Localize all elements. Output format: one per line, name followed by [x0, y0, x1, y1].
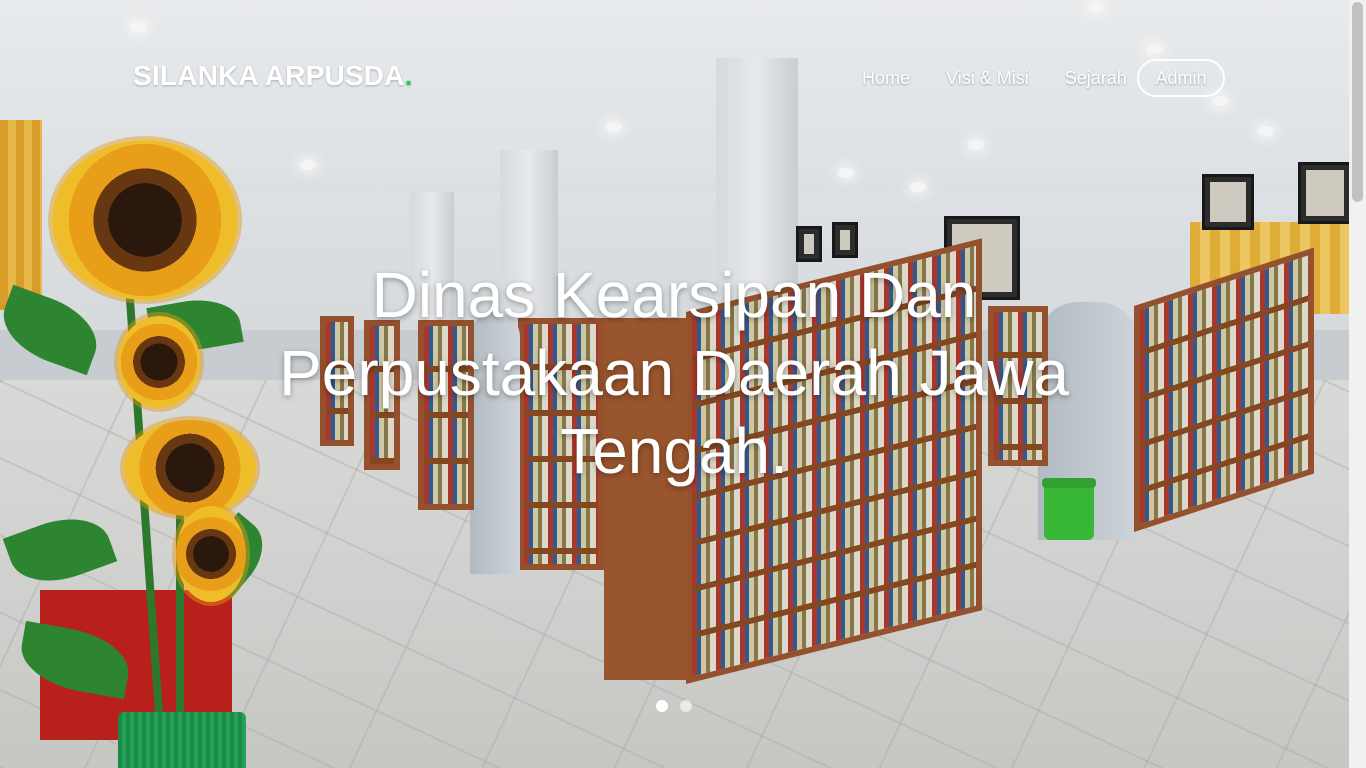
brand-logo[interactable]: SILANKA ARPUSDA. [133, 60, 413, 92]
nav-menu: Home Visi & Misi Sejarah [850, 66, 1127, 90]
carousel-indicators [656, 700, 692, 712]
carousel-dot-2[interactable] [680, 700, 692, 712]
page-scrollbar[interactable] [1349, 0, 1366, 768]
brand-dot: . [404, 60, 413, 91]
nav-link-visi-misi[interactable]: Visi & Misi [934, 68, 1029, 89]
navbar: SILANKA ARPUSDA. Home Visi & Misi Sejara… [0, 0, 1366, 150]
hero-section: SILANKA ARPUSDA. Home Visi & Misi Sejara… [0, 0, 1366, 768]
hero-title: Dinas Kearsipan Dan Perpustakaan Daerah … [279, 259, 1069, 487]
carousel-dot-1[interactable] [656, 700, 668, 712]
scrollbar-thumb[interactable] [1352, 2, 1363, 202]
nav-link-home[interactable]: Home [850, 68, 910, 89]
nav-link-sejarah[interactable]: Sejarah [1053, 68, 1127, 89]
admin-button[interactable]: Admin [1137, 59, 1225, 97]
brand-name: SILANKA ARPUSDA [133, 60, 405, 91]
